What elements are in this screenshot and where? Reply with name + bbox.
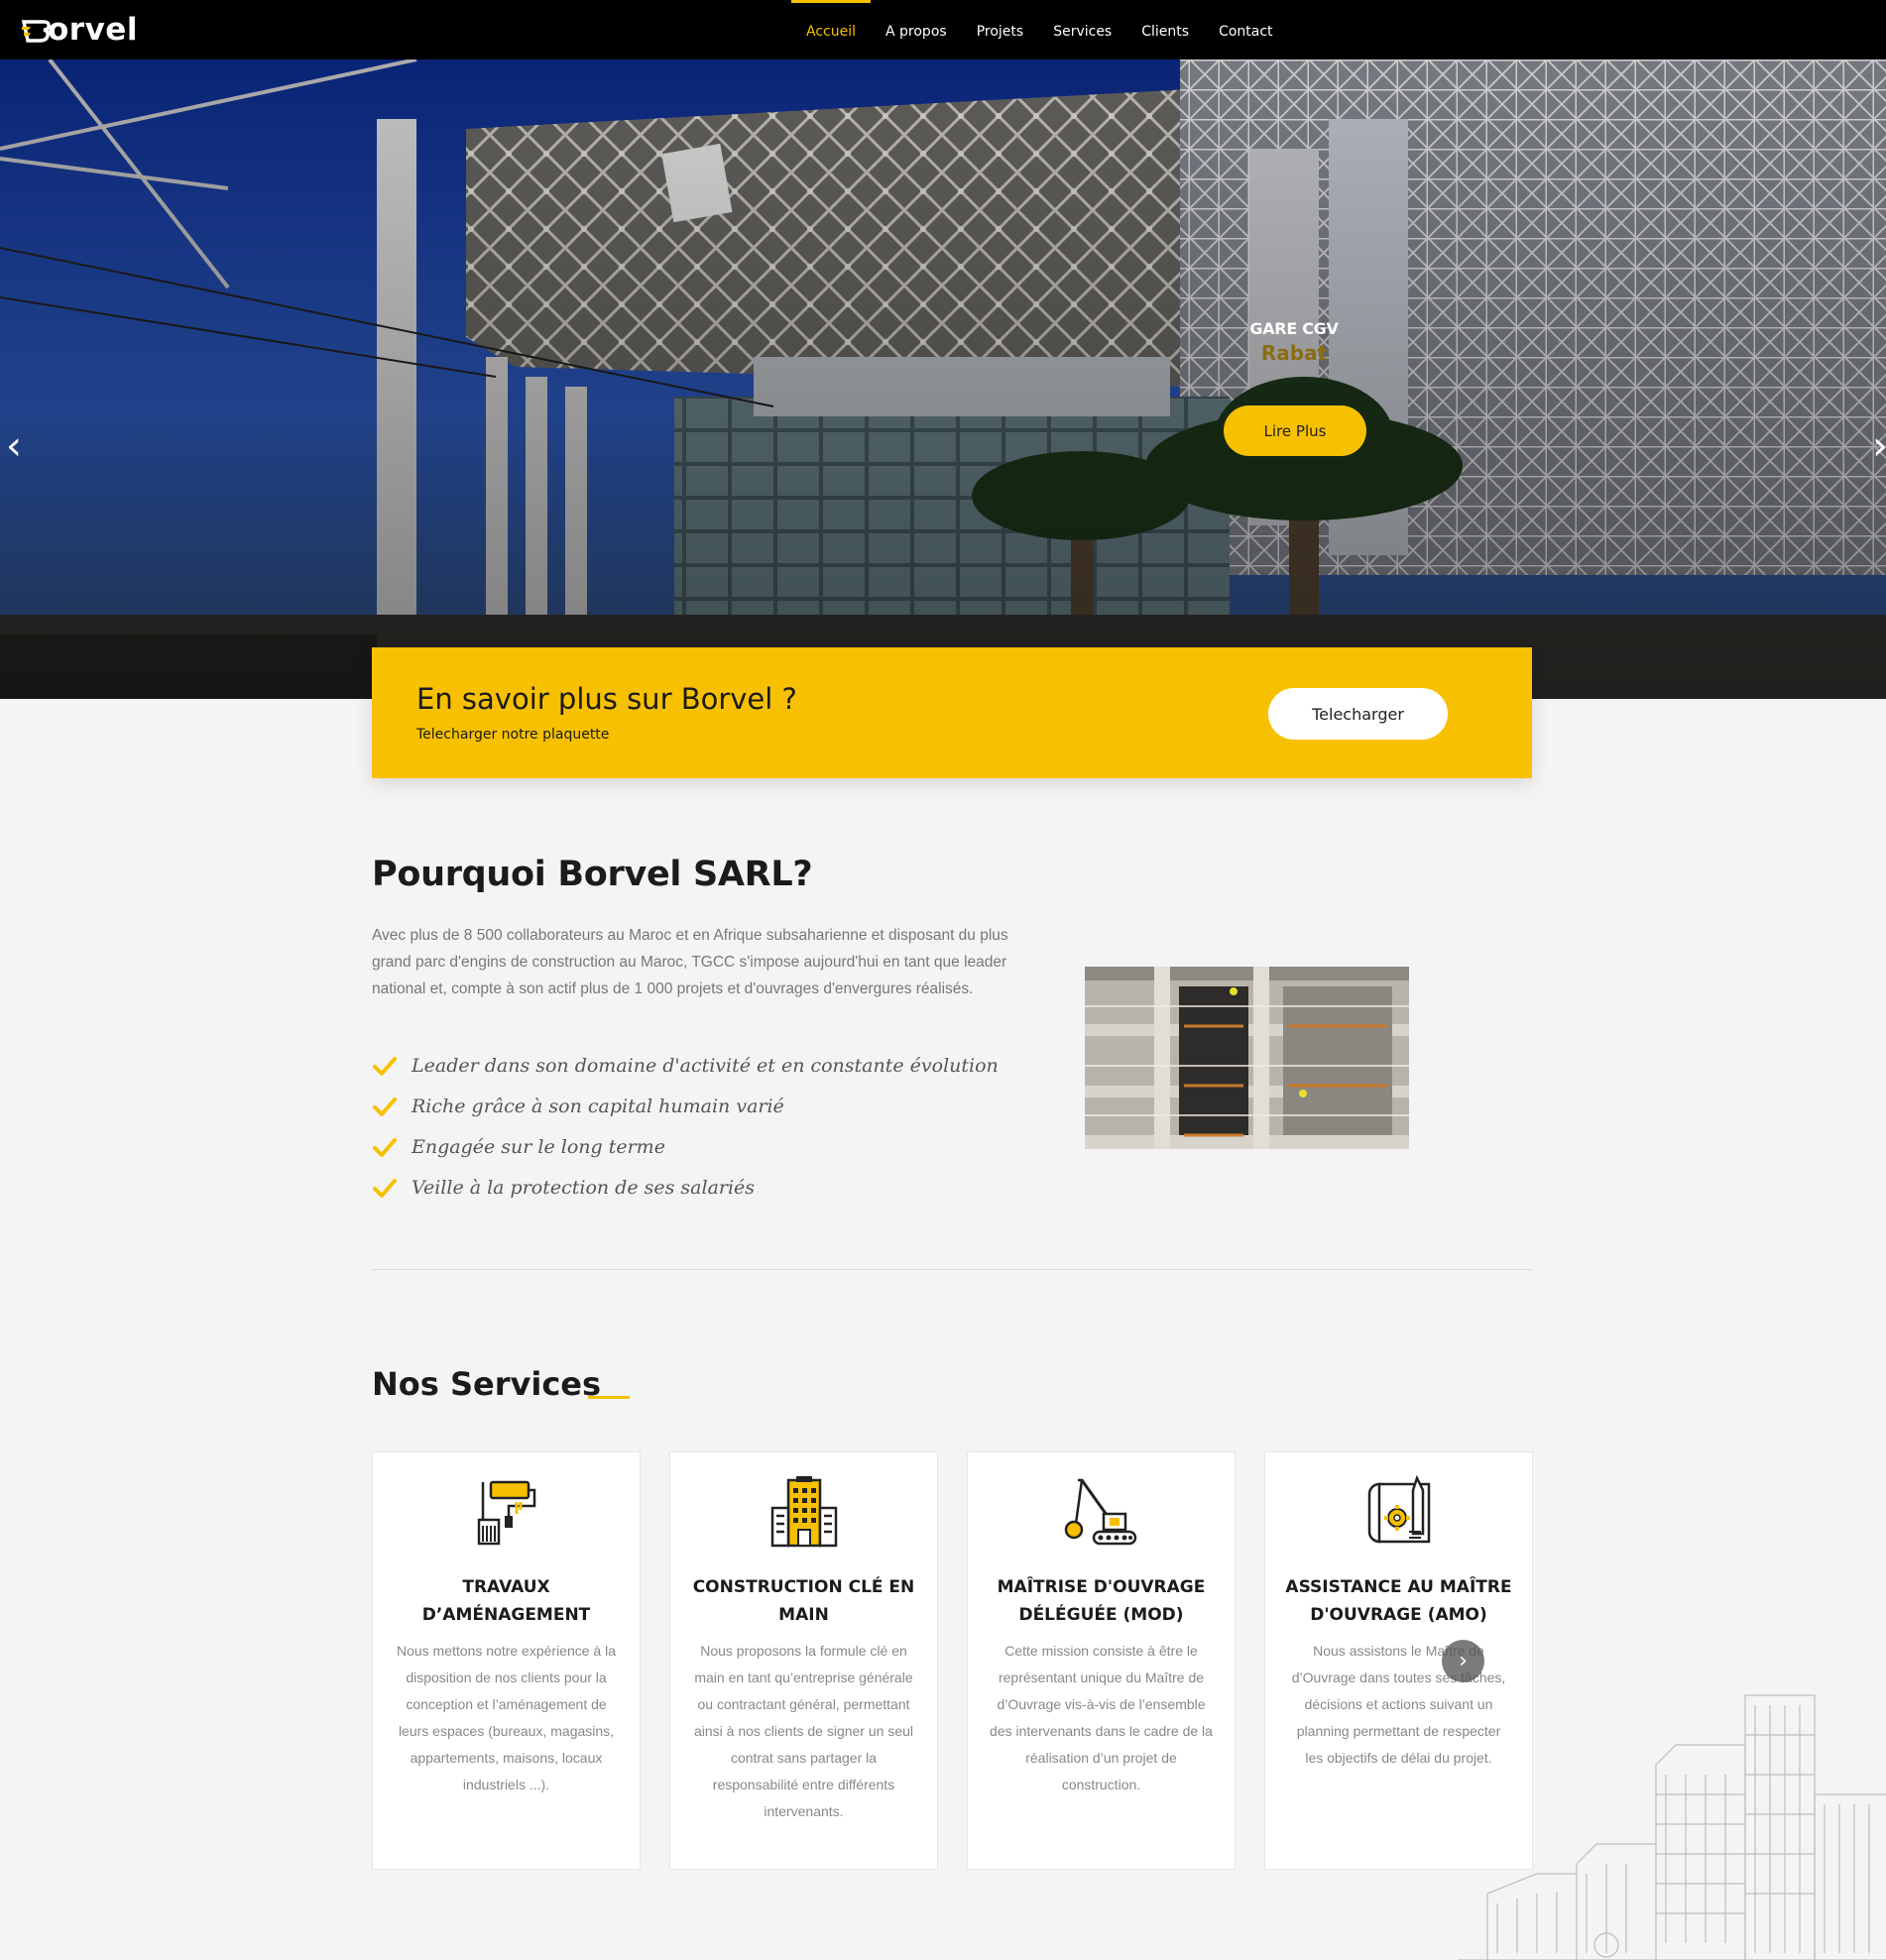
logo[interactable]: orvel	[22, 12, 138, 48]
why-list-item: Riche grâce à son capital humain varié	[372, 1086, 999, 1126]
services-next-button[interactable]: ›	[1442, 1640, 1484, 1682]
cta-subtitle: Telecharger notre plaquette	[416, 727, 610, 743]
why-point-text: Riche grâce à son capital humain varié	[412, 1095, 784, 1117]
nav-accueil[interactable]: Accueil	[791, 0, 871, 59]
check-icon	[373, 1178, 397, 1198]
telecharger-button[interactable]: Telecharger	[1268, 688, 1448, 740]
hero-slider: ‹ › GARE CGV Rabat Lire Plus	[0, 59, 1886, 699]
logo-text: orvel	[48, 11, 138, 48]
hero-image	[0, 59, 1886, 699]
section-divider	[372, 1269, 1532, 1270]
blueprint-gear-icon	[1367, 1474, 1431, 1544]
excavator-icon	[1064, 1478, 1137, 1546]
nav-projets[interactable]: Projets	[962, 0, 1039, 59]
hero-prev-arrow[interactable]: ‹	[6, 426, 32, 466]
hero-caption: GARE CGV Rabat	[1224, 319, 1364, 365]
nav-a-propos[interactable]: A propos	[871, 0, 962, 59]
service-card-title: TRAVAUX D’AMÉNAGEMENT	[421, 1577, 591, 1625]
nav-contact[interactable]: Contact	[1204, 0, 1287, 59]
building-icon	[770, 1476, 838, 1548]
navbar: orvel Accueil A propos Projets Services …	[0, 0, 1886, 59]
logo-b-icon	[22, 20, 51, 43]
check-icon	[373, 1096, 397, 1116]
service-card-text: Cette mission consiste à être le représe…	[990, 1643, 1213, 1792]
paint-roller-icon	[477, 1480, 536, 1546]
check-icon	[373, 1137, 397, 1157]
service-card-cle-en-main[interactable]: CONSTRUCTION CLÉ EN MAIN Nous proposons …	[669, 1451, 938, 1870]
why-text: Avec plus de 8 500 collaborateurs au Mar…	[372, 927, 1008, 997]
hero-title: GARE CGV	[1249, 319, 1339, 338]
lire-plus-button[interactable]: Lire Plus	[1224, 405, 1366, 456]
download-cta: En savoir plus sur Borvel ? Telecharger …	[372, 647, 1532, 778]
why-list-item: Leader dans son domaine d'activité et en…	[372, 1045, 999, 1086]
why-title: Pourquoi Borvel SARL?	[372, 855, 813, 894]
service-card-title: ASSISTANCE AU MAÎTRE D'OUVRAGE (AMO)	[1285, 1577, 1512, 1625]
nav-services[interactable]: Services	[1038, 0, 1126, 59]
why-point-text: Engagée sur le long terme	[412, 1135, 665, 1158]
service-card-title: MAÎTRISE D'OUVRAGE DÉLÉGUÉE (MOD)	[997, 1577, 1206, 1625]
services-title: Nos Services	[372, 1365, 602, 1403]
cta-title: En savoir plus sur Borvel ?	[416, 682, 797, 716]
hero-subtitle: Rabat	[1260, 341, 1328, 365]
service-card-mod[interactable]: MAÎTRISE D'OUVRAGE DÉLÉGUÉE (MOD) Cette …	[967, 1451, 1236, 1870]
why-list: Leader dans son domaine d'activité et en…	[372, 1045, 999, 1208]
services-title-underline	[588, 1396, 630, 1399]
why-point-text: Leader dans son domaine d'activité et en…	[412, 1054, 999, 1077]
check-icon	[373, 1056, 397, 1076]
hero-next-arrow[interactable]: ›	[1872, 426, 1886, 466]
main-nav: Accueil A propos Projets Services Client…	[791, 0, 1288, 59]
service-card-text: Nous proposons la formule clé en main en…	[693, 1643, 914, 1819]
why-list-item: Veille à la protection de ses salariés	[372, 1167, 999, 1208]
nav-clients[interactable]: Clients	[1126, 0, 1204, 59]
why-point-text: Veille à la protection de ses salariés	[412, 1176, 756, 1199]
service-card-amenagement[interactable]: TRAVAUX D’AMÉNAGEMENT Nous mettons notre…	[372, 1451, 641, 1870]
city-sketch-decoration	[1458, 1694, 1886, 1960]
construction-site-image	[1085, 967, 1409, 1149]
service-card-text: Nous mettons notre expérience à la dispo…	[396, 1643, 616, 1792]
service-card-title: CONSTRUCTION CLÉ EN MAIN	[692, 1577, 915, 1625]
why-list-item: Engagée sur le long terme	[372, 1126, 999, 1167]
